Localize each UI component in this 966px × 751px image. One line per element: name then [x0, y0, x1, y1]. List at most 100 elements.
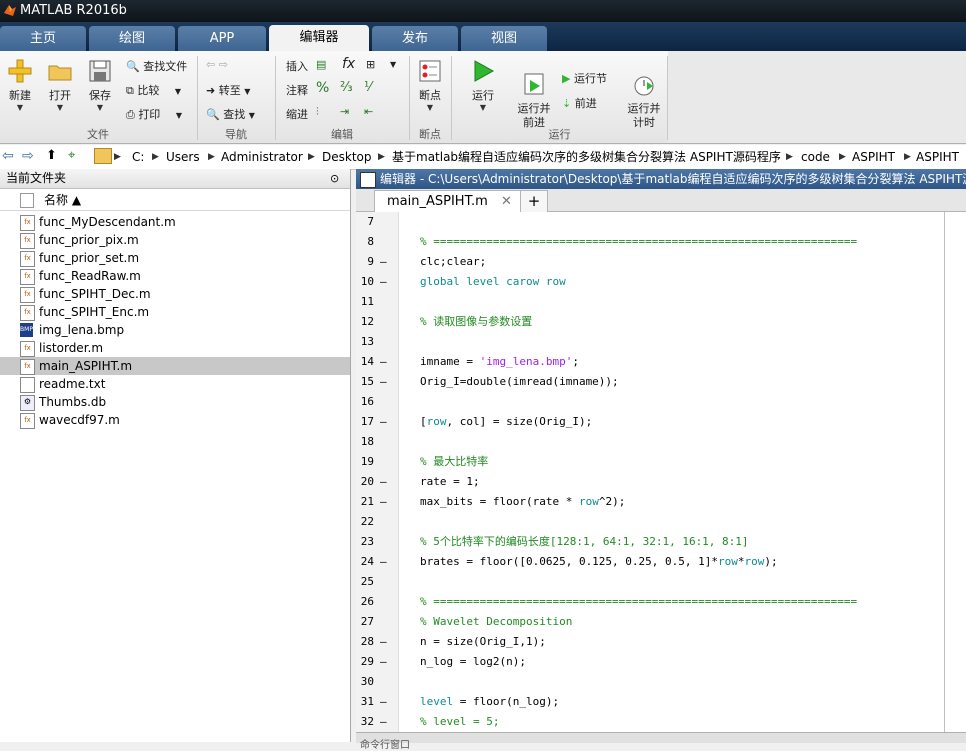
new-button[interactable]: 新建 ▼: [4, 58, 36, 112]
code-line[interactable]: 15– Orig_I=double(imread(imname));: [356, 372, 956, 392]
fx-button[interactable]: fx: [342, 56, 355, 72]
up-folder-icon[interactable]: ⬆: [46, 148, 57, 163]
breadcrumb-item[interactable]: Desktop: [322, 145, 372, 169]
tab-plots[interactable]: 绘图: [89, 26, 175, 51]
wrap-comment-icon[interactable]: ⅔: [340, 80, 353, 95]
code-line[interactable]: 27 % Wavelet Decomposition: [356, 612, 956, 632]
code-line[interactable]: 12 % 读取图像与参数设置: [356, 312, 956, 332]
code-line[interactable]: 21– max_bits = floor(rate * row^2);: [356, 492, 956, 512]
breakpoint-marker[interactable]: –: [380, 552, 387, 572]
breakpoint-marker[interactable]: –: [380, 372, 387, 392]
breakpoint-marker[interactable]: –: [380, 352, 387, 372]
insert-function-icon[interactable]: ⊞: [366, 58, 375, 71]
indent-decrease-icon[interactable]: ⇤: [364, 105, 373, 118]
breakpoint-marker[interactable]: –: [380, 692, 387, 712]
code-line[interactable]: 22: [356, 512, 956, 532]
code-line[interactable]: 10– global level carow row: [356, 272, 956, 292]
file-list-item[interactable]: fx func_SPIHT_Dec.m: [0, 285, 350, 303]
code-line[interactable]: 24– brates = floor([0.0625, 0.125, 0.25, …: [356, 552, 956, 572]
file-list-item[interactable]: BMP img_lena.bmp: [0, 321, 350, 339]
code-line[interactable]: 25: [356, 572, 956, 592]
run-section-button[interactable]: ▶ 运行节: [562, 70, 607, 86]
percent-comment-icon[interactable]: %: [316, 80, 329, 96]
code-line[interactable]: 18: [356, 432, 956, 452]
file-list-item[interactable]: ⚙ Thumbs.db: [0, 393, 350, 411]
code-line[interactable]: 13: [356, 332, 956, 352]
breakpoint-marker[interactable]: –: [380, 712, 387, 732]
breakpoint-marker[interactable]: –: [380, 652, 387, 672]
editor-file-tab[interactable]: main_ASPIHT.m ✕: [374, 190, 521, 212]
close-icon[interactable]: ✕: [501, 191, 512, 212]
code-line[interactable]: 20– rate = 1;: [356, 472, 956, 492]
breakpoints-button[interactable]: 断点 ▼: [414, 58, 446, 112]
breakpoint-marker[interactable]: –: [380, 632, 387, 652]
insert-button[interactable]: 插入: [286, 58, 308, 74]
uncomment-icon[interactable]: ⅟: [364, 80, 371, 95]
name-column-header[interactable]: 名称 ▲: [44, 190, 81, 210]
panel-options-icon[interactable]: ⊙: [330, 169, 339, 188]
code-line[interactable]: 14– imname = 'img_lena.bmp';: [356, 352, 956, 372]
back-arrow-icon[interactable]: ⇦: [2, 148, 14, 164]
breadcrumb-item[interactable]: code: [801, 145, 830, 169]
goto-button[interactable]: ➜ 转至 ▼: [206, 82, 250, 98]
code-line[interactable]: 7: [356, 212, 956, 232]
breakpoint-marker[interactable]: –: [380, 492, 387, 512]
save-button[interactable]: 保存 ▼: [84, 58, 116, 112]
open-button[interactable]: 打开 ▼: [44, 58, 76, 112]
breadcrumb-item[interactable]: ASPIHT: [852, 145, 895, 169]
browse-folder-icon[interactable]: ⌖: [68, 148, 75, 163]
indent-increase-icon[interactable]: ⇥: [340, 105, 349, 118]
run-button[interactable]: 运行 ▼: [464, 58, 502, 112]
code-line[interactable]: 11: [356, 292, 956, 312]
file-list-item[interactable]: fx func_MyDescendant.m: [0, 213, 350, 231]
smart-indent-icon[interactable]: ⫶: [316, 105, 319, 119]
file-list-item[interactable]: fx func_SPIHT_Enc.m: [0, 303, 350, 321]
file-list-item[interactable]: fx func_prior_pix.m: [0, 231, 350, 249]
breadcrumb-item[interactable]: Users: [166, 145, 200, 169]
code-line[interactable]: 32– % level = 5;: [356, 712, 956, 732]
code-line[interactable]: 23 % 5个比特率下的编码长度[128:1, 64:1, 32:1, 16:1,…: [356, 532, 956, 552]
file-list-item[interactable]: fx wavecdf97.m: [0, 411, 350, 429]
breadcrumb-item[interactable]: 基于matlab编程自适应编码次序的多级树集合分裂算法 ASPIHT源码程序: [392, 145, 781, 169]
code-line[interactable]: 8 % =====================================…: [356, 232, 956, 252]
file-list-item[interactable]: fx func_ReadRaw.m: [0, 267, 350, 285]
code-line[interactable]: 19 % 最大比特率: [356, 452, 956, 472]
insert-section-icon[interactable]: ▤: [316, 58, 326, 71]
breadcrumb-item[interactable]: C:: [132, 145, 144, 169]
breakpoint-marker[interactable]: –: [380, 472, 387, 492]
print-button[interactable]: ⎙ 打印 ▼: [126, 106, 182, 122]
compare-button[interactable]: ⧉ 比较 ▼: [126, 82, 181, 98]
tab-home[interactable]: 主页: [0, 26, 86, 51]
tab-apps[interactable]: APP: [178, 26, 266, 51]
code-line[interactable]: 30: [356, 672, 956, 692]
breakpoint-marker[interactable]: –: [380, 412, 387, 432]
breadcrumb-item[interactable]: ASPIHT: [916, 145, 959, 169]
breadcrumb-item[interactable]: Administrator: [221, 145, 303, 169]
code-line[interactable]: 17– [row, col] = size(Orig_I);: [356, 412, 956, 432]
code-line[interactable]: 29– n_log = log2(n);: [356, 652, 956, 672]
forward-arrow-icon[interactable]: ⇨: [22, 148, 34, 164]
new-tab-button[interactable]: +: [520, 190, 548, 212]
code-line[interactable]: 28– n = size(Orig_I,1);: [356, 632, 956, 652]
breakpoint-marker[interactable]: –: [380, 252, 387, 272]
find-button[interactable]: 🔍 查找 ▼: [206, 106, 255, 122]
code-line[interactable]: 31– level = floor(n_log);: [356, 692, 956, 712]
back-forward-buttons[interactable]: ⇦ ⇨: [206, 58, 228, 71]
file-list-item[interactable]: fx listorder.m: [0, 339, 350, 357]
file-list-item[interactable]: readme.txt: [0, 375, 350, 393]
file-list-item[interactable]: fx func_prior_set.m: [0, 249, 350, 267]
tab-view[interactable]: 视图: [461, 26, 547, 51]
breakpoint-marker[interactable]: –: [380, 272, 387, 292]
code-line[interactable]: 16: [356, 392, 956, 412]
code-line[interactable]: 26 % ====================================…: [356, 592, 956, 612]
find-files-button[interactable]: 🔍 查找文件: [126, 58, 187, 74]
tab-publish[interactable]: 发布: [372, 26, 458, 51]
code-line[interactable]: 9– clc;clear;: [356, 252, 956, 272]
indent-button[interactable]: 缩进: [286, 106, 308, 122]
file-list-item[interactable]: fx main_ASPIHT.m: [0, 357, 350, 375]
tab-editor[interactable]: 编辑器: [269, 25, 369, 51]
comment-button[interactable]: 注释: [286, 82, 308, 98]
advance-button[interactable]: ⇣ 前进: [562, 95, 597, 111]
breakpoints-label: 断点: [419, 89, 441, 102]
chevron-down-icon[interactable]: ▼: [390, 60, 396, 69]
